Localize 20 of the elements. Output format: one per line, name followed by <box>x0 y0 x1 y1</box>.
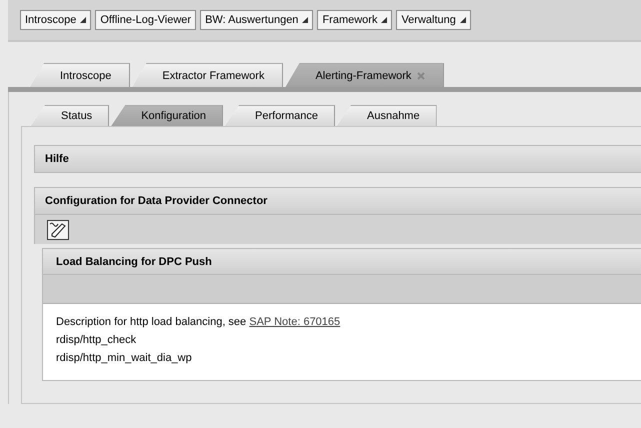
menu-button[interactable]: Introscope <box>20 10 92 30</box>
menu-button[interactable]: BW: Auswertungen <box>200 10 314 30</box>
tab[interactable]: Introscope <box>30 63 130 87</box>
parameter-text: rdisp/http_min_wait_dia_wp <box>56 352 193 364</box>
tab[interactable]: Extractor Framework <box>132 63 284 87</box>
tab[interactable]: Status <box>31 105 110 126</box>
panel-header[interactable]: Hilfe <box>34 145 641 173</box>
note-link[interactable]: SAP Note: 670165 <box>249 316 340 328</box>
menu-button[interactable]: Framework <box>317 10 392 30</box>
tab[interactable]: Ausnahme <box>337 105 437 126</box>
edit-icon[interactable] <box>47 220 69 240</box>
menu-button[interactable]: Verwaltung <box>396 10 471 30</box>
tab[interactable]: Konfiguration <box>111 105 224 126</box>
description-text: Description for http load balancing, see SAP Note: 670165 <box>56 316 342 328</box>
tab[interactable]: Alerting-Framework <box>285 63 444 87</box>
tab[interactable]: Performance <box>225 105 335 126</box>
panel-header[interactable]: Configuration for Data Provider Connector <box>34 187 641 215</box>
menu-button[interactable]: Offline-Log-Viewer <box>95 10 196 30</box>
section-header: Load Balancing for DPC Push <box>43 248 641 275</box>
parameter-text: rdisp/http_check <box>56 334 138 346</box>
